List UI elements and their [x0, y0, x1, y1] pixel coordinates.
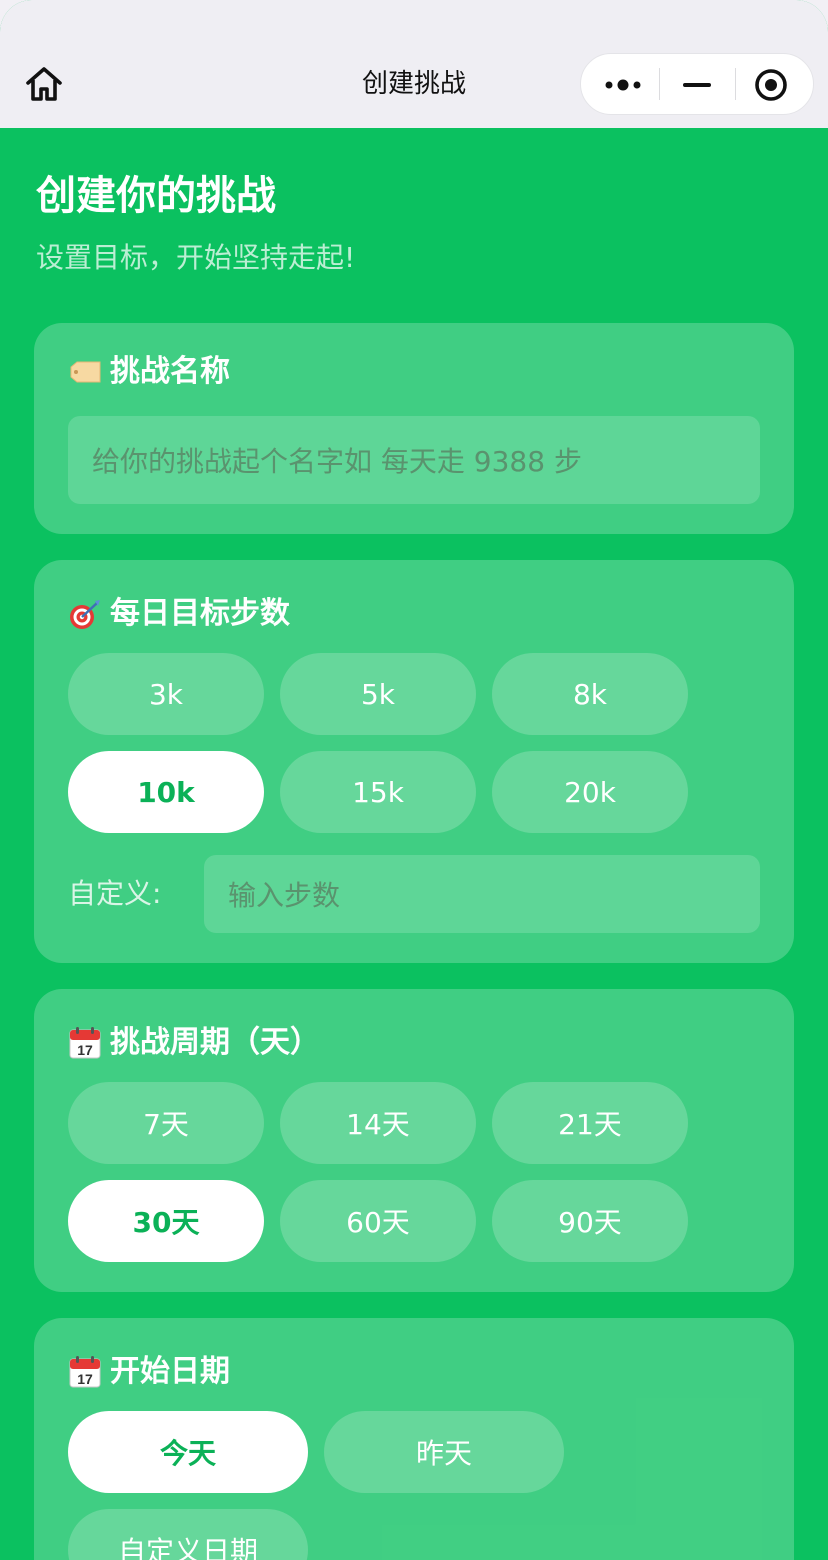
menu-capsule — [580, 53, 814, 115]
challenge-name-title: 挑战名称 — [68, 352, 230, 392]
calendar-icon: 17 — [69, 1027, 101, 1059]
steps-option[interactable]: 8k — [492, 653, 688, 735]
more-button[interactable] — [581, 54, 659, 114]
start-date-title: 17 开始日期 — [68, 1352, 230, 1392]
top-navbar: 创建挑战 — [0, 0, 828, 128]
daily-steps-title: 每日目标步数 — [68, 594, 290, 634]
start-date-card: 17 开始日期 今天 昨天 自定义日期 — [34, 1318, 794, 1560]
steps-option[interactable]: 20k — [492, 751, 688, 833]
challenge-name-input[interactable]: 给你的挑战起个名字如 每天走 9388 步 — [68, 416, 760, 504]
page-title: 创建你的挑战 — [36, 173, 276, 219]
custom-steps-placeholder: 输入步数 — [228, 879, 341, 912]
challenge-name-label: 挑战名称 — [110, 354, 230, 389]
period-option-selected[interactable]: 30天 — [68, 1180, 264, 1262]
custom-steps-label: 自定义: — [68, 877, 162, 910]
steps-option-selected[interactable]: 10k — [68, 751, 264, 833]
period-option[interactable]: 7天 — [68, 1082, 264, 1164]
challenge-name-card: 挑战名称 给你的挑战起个名字如 每天走 9388 步 — [34, 323, 794, 534]
challenge-period-card: 17 挑战周期（天） 7天 14天 21天 30天 60天 90天 — [34, 989, 794, 1292]
start-option[interactable]: 自定义日期 — [68, 1509, 308, 1560]
page-subtitle: 设置目标，开始坚持走起! — [36, 241, 356, 274]
dart-target-icon — [70, 600, 100, 629]
svg-text:17: 17 — [77, 1371, 93, 1387]
custom-steps-input[interactable]: 输入步数 — [204, 855, 760, 933]
tag-icon — [70, 361, 101, 383]
svg-text:17: 17 — [77, 1042, 93, 1058]
challenge-period-label: 挑战周期（天） — [110, 1025, 320, 1060]
more-dots-icon — [605, 79, 641, 91]
period-option[interactable]: 60天 — [280, 1180, 476, 1262]
steps-option[interactable]: 15k — [280, 751, 476, 833]
start-option-selected[interactable]: 今天 — [68, 1411, 308, 1493]
period-option[interactable]: 90天 — [492, 1180, 688, 1262]
close-button[interactable] — [735, 54, 813, 114]
period-option[interactable]: 14天 — [280, 1082, 476, 1164]
daily-steps-label: 每日目标步数 — [110, 596, 290, 631]
start-option[interactable]: 昨天 — [324, 1411, 564, 1493]
daily-steps-card: 每日目标步数 3k 5k 8k 10k 15k 20k 自定义: 输入步数 — [34, 560, 794, 963]
challenge-period-title: 17 挑战周期（天） — [68, 1023, 320, 1063]
steps-option[interactable]: 5k — [280, 653, 476, 735]
calendar-icon: 17 — [69, 1356, 101, 1388]
page-content: 创建你的挑战 设置目标，开始坚持走起! 挑战名称 给你的挑战起个名字如 每天走 … — [0, 128, 828, 1560]
minimize-icon — [683, 83, 711, 87]
period-option[interactable]: 21天 — [492, 1082, 688, 1164]
steps-option[interactable]: 3k — [68, 653, 264, 735]
app-frame: 创建挑战 创建你的挑战 设置目标，开始坚持走起! 挑战名称 给你的挑战起个名字如… — [0, 0, 828, 1560]
start-date-label: 开始日期 — [110, 1354, 230, 1389]
target-circle-icon — [755, 69, 787, 101]
minimize-button[interactable] — [659, 54, 735, 114]
challenge-name-placeholder: 给你的挑战起个名字如 每天走 9388 步 — [92, 445, 582, 478]
